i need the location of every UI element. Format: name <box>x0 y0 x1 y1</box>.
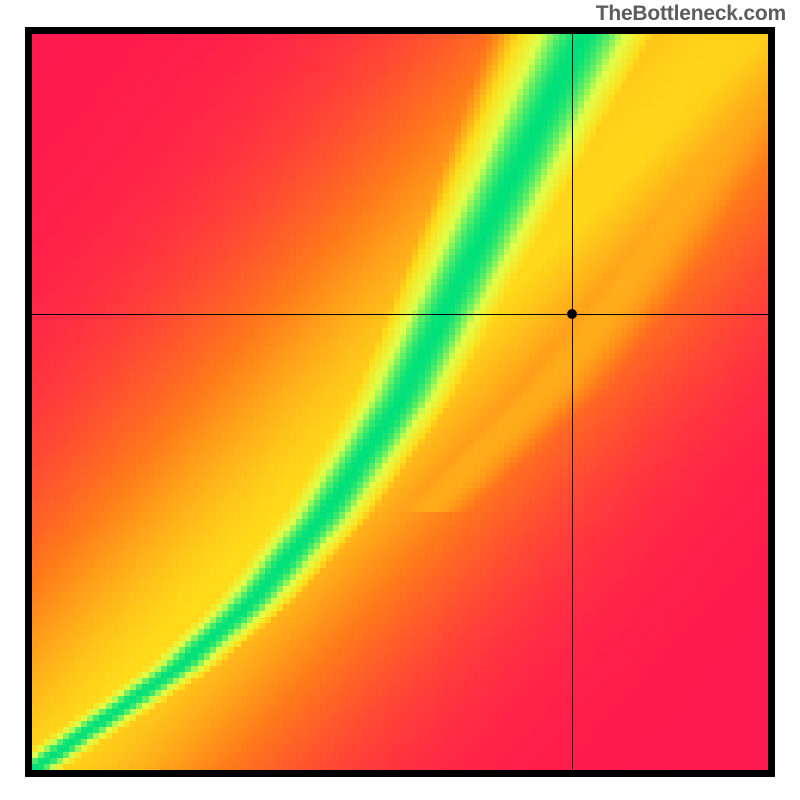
crosshair-horizontal <box>32 314 768 315</box>
chart-container: TheBottleneck.com <box>0 0 800 800</box>
crosshair-vertical <box>572 34 573 770</box>
plot-frame <box>25 27 775 777</box>
marker-dot <box>567 309 577 319</box>
heatmap-canvas <box>32 34 768 770</box>
watermark-text: TheBottleneck.com <box>596 2 786 26</box>
